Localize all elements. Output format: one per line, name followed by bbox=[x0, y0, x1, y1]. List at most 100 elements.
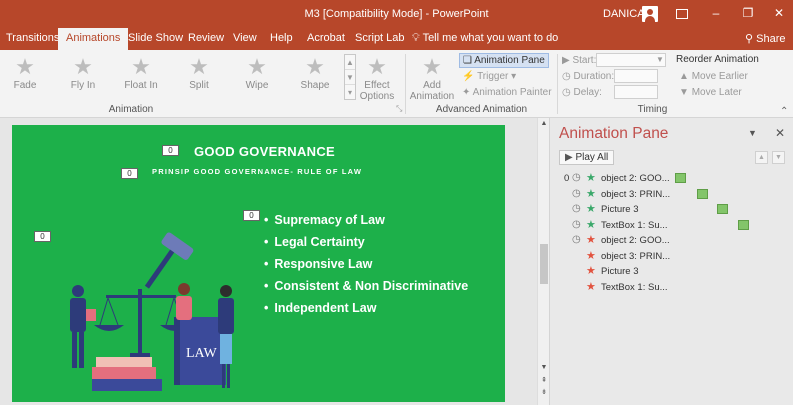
timing-group-label: Timing bbox=[637, 104, 668, 115]
list-item[interactable]: ◷ ★ TextBox 1: Su... bbox=[562, 218, 790, 234]
animation-wipe[interactable]: ★ Wipe bbox=[232, 54, 282, 102]
timeline-bar[interactable] bbox=[738, 219, 749, 230]
move-earlier-button[interactable]: ▲ Move Earlier bbox=[679, 71, 748, 82]
dialog-launcher-icon[interactable]: ⤡ bbox=[396, 104, 402, 114]
delay-input[interactable] bbox=[614, 85, 658, 99]
gallery-up-icon[interactable]: ▲ bbox=[345, 55, 355, 70]
ribbon-display-options-icon[interactable] bbox=[676, 9, 688, 19]
animation-pane-label: Animation Pane bbox=[474, 55, 545, 66]
effect-options-label: Effect bbox=[364, 80, 390, 91]
list-item[interactable]: 0 ◷ ★ object 2: GOO... bbox=[562, 171, 790, 187]
list-item[interactable]: ★ TextBox 1: Su... bbox=[562, 280, 790, 296]
animation-tag[interactable]: 0 bbox=[34, 231, 51, 242]
duration-input[interactable] bbox=[614, 69, 658, 83]
restore-button[interactable]: ❐ bbox=[741, 6, 755, 20]
tab-view[interactable]: View bbox=[233, 32, 257, 44]
float-in-star-icon: ★ bbox=[131, 54, 151, 79]
animation-pane-button[interactable]: ❏ Animation Pane bbox=[459, 53, 549, 68]
user-name[interactable]: DANICA bbox=[603, 8, 645, 20]
collapse-ribbon-icon[interactable]: ⌃ bbox=[780, 106, 788, 117]
animation-fly-in[interactable]: ★ Fly In bbox=[58, 54, 108, 102]
animation-shape[interactable]: ★ Shape bbox=[290, 54, 340, 102]
list-item[interactable]: ◷ ★ Picture 3 bbox=[562, 202, 790, 218]
gallery-more-icon[interactable]: ▾ bbox=[345, 85, 355, 100]
timeline-bar[interactable] bbox=[675, 173, 686, 183]
list-item[interactable]: ★ object 3: PRIN... bbox=[562, 249, 790, 265]
share-button[interactable]: ⚲ Share bbox=[745, 32, 785, 45]
scroll-thumb[interactable] bbox=[540, 244, 548, 284]
law-illustration[interactable]: LAW bbox=[56, 229, 256, 399]
tab-review[interactable]: Review bbox=[188, 32, 224, 44]
chevron-down-icon[interactable]: ▼ bbox=[656, 55, 664, 64]
clock-icon: ◷ bbox=[572, 172, 581, 183]
group-separator-2 bbox=[557, 54, 558, 114]
clock-icon: ◷ bbox=[562, 87, 574, 98]
item-name: Picture 3 bbox=[601, 266, 639, 277]
share-label: Share bbox=[756, 33, 786, 45]
reorder-label: Reorder Animation bbox=[676, 54, 759, 65]
move-up-button[interactable]: ▲ bbox=[755, 151, 768, 164]
move-down-button[interactable]: ▼ bbox=[772, 151, 785, 164]
effect-options-button[interactable]: ★ Effect Options bbox=[355, 54, 399, 102]
list-item[interactable]: ★ Picture 3 bbox=[562, 264, 790, 280]
animation-split[interactable]: ★ Split bbox=[174, 54, 224, 102]
tab-acrobat[interactable]: Acrobat bbox=[307, 32, 345, 44]
slide-scrollbar[interactable]: ▲ ▼ ⇞ ⇟ bbox=[537, 118, 549, 405]
close-button[interactable]: ✕ bbox=[772, 6, 786, 20]
trigger-button[interactable]: ⚡ Trigger ▾ bbox=[462, 71, 516, 82]
tell-me-search[interactable]: 💡︎ Tell me what you want to do bbox=[412, 32, 558, 45]
gallery-down-icon[interactable]: ▼ bbox=[345, 70, 355, 85]
duration-text: Duration: bbox=[573, 71, 615, 82]
pane-options-icon[interactable]: ▼ bbox=[748, 128, 757, 138]
wipe-star-icon: ★ bbox=[247, 54, 267, 79]
pane-close-icon[interactable]: ✕ bbox=[775, 126, 785, 140]
item-name: object 3: PRIN... bbox=[601, 250, 671, 262]
split-star-icon: ★ bbox=[189, 54, 209, 79]
chevron-down-icon: ▾ bbox=[508, 71, 517, 82]
triangle-down-icon: ▼ bbox=[679, 87, 692, 98]
play-all-button[interactable]: ▶ Play All bbox=[559, 150, 615, 165]
list-item[interactable]: ◷ ★ object 2: GOO... bbox=[562, 233, 790, 249]
wipe-label: Wipe bbox=[245, 80, 269, 91]
bullet-item: Consistent & Non Discriminative bbox=[264, 279, 468, 301]
slide-subtitle[interactable]: PRINSIP GOOD GOVERNANCE- RULE OF LAW bbox=[152, 167, 362, 176]
person-icon: ⚲ bbox=[745, 33, 757, 45]
start-text: Start: bbox=[572, 55, 597, 66]
animation-pane-icon: ❏ bbox=[463, 55, 475, 66]
slide[interactable]: 0 GOOD GOVERNANCE 0 PRINSIP GOOD GOVERNA… bbox=[12, 125, 505, 402]
painter-icon: ✦ bbox=[462, 87, 473, 98]
play-icon: ▶ bbox=[565, 152, 576, 163]
avatar[interactable] bbox=[642, 6, 658, 22]
tell-me-label: Tell me what you want to do bbox=[422, 32, 559, 44]
timeline-bar[interactable] bbox=[697, 188, 708, 199]
animation-group-label: Animation bbox=[108, 104, 154, 115]
minimize-button[interactable]: – bbox=[709, 6, 723, 20]
lightbulb-icon: 💡︎ bbox=[412, 32, 423, 44]
animation-float-in[interactable]: ★ Float In bbox=[116, 54, 166, 102]
tab-slide-show[interactable]: Slide Show bbox=[128, 32, 183, 44]
float-in-label: Float In bbox=[124, 80, 158, 91]
animation-painter-button[interactable]: ✦ Animation Painter bbox=[462, 87, 552, 98]
bullet-item: Independent Law bbox=[264, 301, 468, 323]
move-later-button[interactable]: ▼ Move Later bbox=[679, 87, 742, 98]
group-separator bbox=[405, 54, 406, 114]
play-all-label: Play All bbox=[575, 152, 609, 163]
animation-tag[interactable]: 0 bbox=[243, 210, 260, 221]
delay-label: ◷ Delay: bbox=[562, 87, 602, 98]
bullet-item: Legal Certainty bbox=[264, 235, 468, 257]
tab-transitions[interactable]: Transitions bbox=[6, 32, 59, 44]
bullet-list[interactable]: Supremacy of Law Legal Certainty Respons… bbox=[264, 213, 468, 323]
tab-help[interactable]: Help bbox=[270, 32, 293, 44]
list-item[interactable]: ◷ ★ object 3: PRIN... bbox=[562, 187, 790, 203]
animation-fade[interactable]: ★ Fade bbox=[0, 54, 50, 102]
animation-tag[interactable]: 0 bbox=[162, 145, 179, 156]
move-earlier-label: Move Earlier bbox=[691, 71, 748, 82]
slide-title[interactable]: GOOD GOVERNANCE bbox=[194, 144, 335, 159]
add-animation-button[interactable]: ★ Add Animation bbox=[408, 54, 456, 102]
animation-list: 0 ◷ ★ object 2: GOO... ◷ ★ object 3: PRI… bbox=[562, 171, 790, 295]
timeline-bar[interactable] bbox=[717, 204, 728, 214]
tab-script-lab[interactable]: Script Lab bbox=[355, 32, 405, 44]
animation-tag[interactable]: 0 bbox=[121, 168, 138, 179]
effect-options-star-icon: ★ bbox=[367, 54, 387, 79]
tab-animations[interactable]: Animations bbox=[58, 28, 129, 50]
